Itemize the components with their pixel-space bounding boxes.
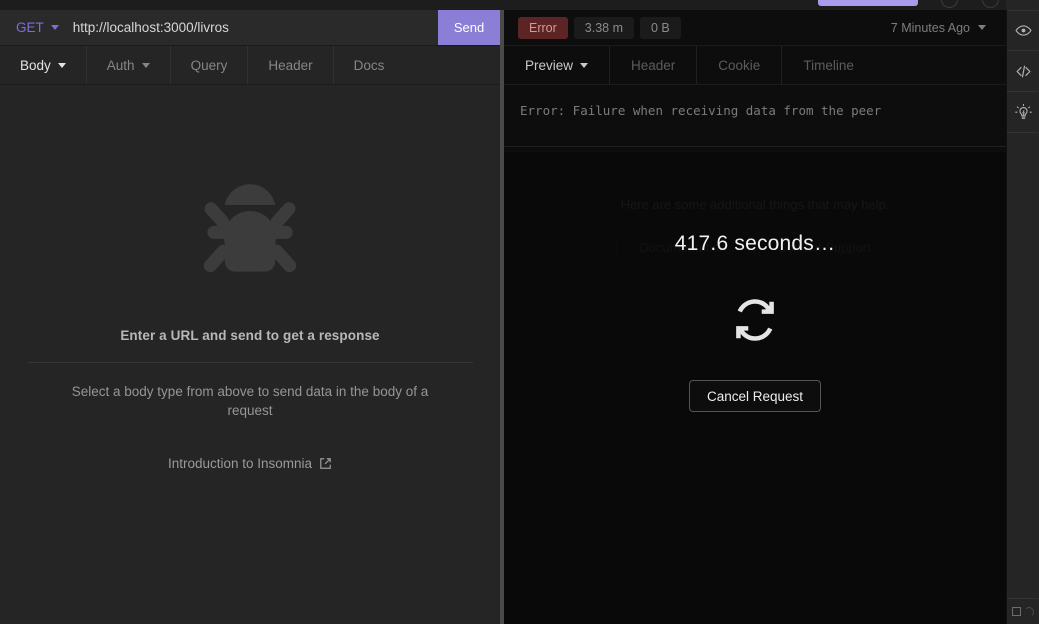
http-method-label: GET [16, 20, 44, 35]
tab-header-label: Header [268, 57, 313, 73]
response-meta-bar: Error 3.38 m 0 B 7 Minutes Ago [504, 10, 1006, 46]
http-method-dropdown[interactable]: GET [0, 10, 73, 45]
insomnia-app-window: GET http://localhost:3000/livros Send Bo… [0, 0, 1039, 624]
request-pane: GET http://localhost:3000/livros Send Bo… [0, 10, 500, 624]
toolbar-circle-icon-2[interactable] [982, 0, 999, 8]
code-icon-button[interactable] [1006, 51, 1039, 92]
panel-toggle-icon[interactable] [1012, 607, 1021, 616]
introduction-link-label: Introduction to Insomnia [167, 456, 313, 472]
tab-cookie-label: Cookie [718, 57, 761, 73]
lightbulb-icon-button[interactable] [1006, 92, 1039, 133]
request-tab-bar: Body Auth Query Header Docs [0, 46, 500, 85]
tab-preview[interactable]: Preview [504, 46, 611, 84]
url-bar: GET http://localhost:3000/livros Send [0, 10, 500, 46]
response-timestamp-label: 7 Minutes Ago [890, 20, 970, 35]
tab-body-label: Body [20, 57, 51, 73]
tab-timeline-label: Timeline [803, 57, 854, 73]
eye-icon [1014, 25, 1032, 36]
chevron-down-icon [57, 62, 66, 68]
tab-query-label: Query [190, 57, 228, 73]
send-button[interactable]: Send [438, 10, 500, 45]
tab-docs[interactable]: Docs [334, 46, 405, 84]
tab-preview-label: Preview [525, 57, 574, 73]
empty-state-subtitle: Select a body type from above to send da… [71, 384, 429, 419]
request-empty-state: Enter a URL and send to get a response S… [0, 85, 500, 624]
rail-top-cap [1006, 0, 1039, 10]
chevron-down-icon [50, 25, 59, 30]
status-circle-icon [1024, 606, 1034, 617]
status-badge: Error [518, 16, 568, 39]
empty-state-divider [27, 362, 473, 363]
tab-auth-label: Auth [106, 57, 135, 73]
lightbulb-icon [1014, 103, 1032, 119]
toolbar-circle-icon-1[interactable] [941, 0, 958, 8]
error-message: Error: Failure when receiving data from … [504, 85, 1006, 147]
chevron-down-icon [580, 62, 589, 68]
response-time-badge: 3.38 m [573, 16, 634, 39]
eye-icon-button[interactable] [1006, 10, 1039, 51]
introduction-link[interactable]: Introduction to Insomnia [168, 456, 332, 471]
right-icon-rail [1006, 10, 1039, 624]
tab-header[interactable]: Header [248, 46, 334, 84]
response-size-badge: 0 B [640, 16, 681, 39]
tab-response-header-label: Header [631, 57, 676, 73]
tab-response-header[interactable]: Header [610, 46, 698, 84]
url-input[interactable]: http://localhost:3000/livros [73, 10, 438, 45]
bug-icon [203, 184, 297, 273]
tab-query[interactable]: Query [171, 46, 249, 84]
tab-timeline[interactable]: Timeline [782, 46, 875, 84]
active-tab-indicator [818, 0, 918, 6]
empty-state-title: Enter a URL and send to get a response [120, 328, 380, 343]
tab-auth[interactable]: Auth [87, 46, 171, 84]
response-history-dropdown[interactable]: 7 Minutes Ago [891, 21, 992, 35]
tab-body[interactable]: Body [0, 46, 87, 84]
window-chrome-strip [0, 0, 1039, 10]
elapsed-time-label: 417.6 seconds… [674, 232, 836, 255]
tab-docs-label: Docs [353, 57, 385, 73]
code-icon [1016, 65, 1030, 77]
chevron-down-icon [141, 62, 150, 68]
response-tab-bar: Preview Header Cookie Timeline [504, 46, 1006, 85]
request-loading-overlay: 417.6 seconds… Cancel Request [504, 152, 1006, 624]
chevron-down-icon [978, 25, 986, 30]
tab-cookie[interactable]: Cookie [697, 46, 783, 84]
cancel-request-button[interactable]: Cancel Request [688, 380, 822, 412]
refresh-spinner-icon [736, 299, 774, 341]
external-link-icon [320, 458, 331, 470]
rail-bottom-controls [1006, 598, 1039, 624]
